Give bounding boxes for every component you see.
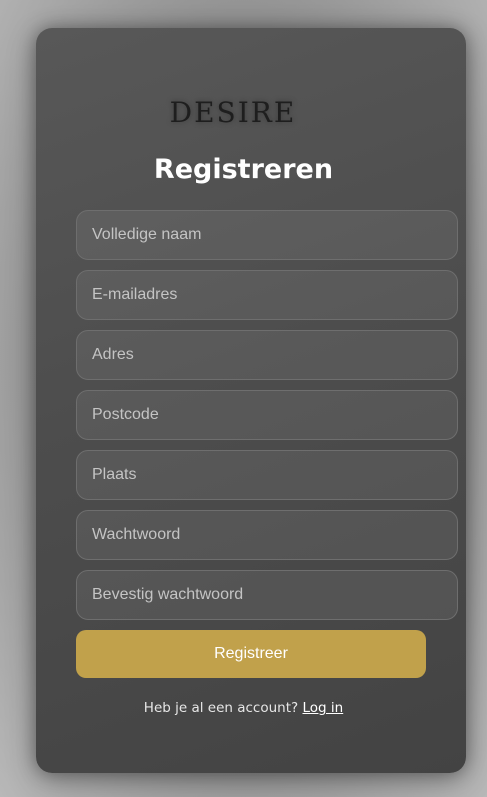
email-input[interactable] (76, 270, 458, 320)
city-input[interactable] (76, 450, 458, 500)
register-button[interactable]: Registreer (76, 630, 426, 678)
postcode-input[interactable] (76, 390, 458, 440)
password-input[interactable] (76, 510, 458, 560)
address-input[interactable] (76, 330, 458, 380)
full-name-input[interactable] (76, 210, 458, 260)
brand-logo: DESIRE (169, 96, 297, 129)
login-link[interactable]: Log in (302, 700, 343, 716)
confirm-password-input[interactable] (76, 570, 458, 620)
page-title: Registreren (153, 154, 334, 185)
login-prompt-text: Heb je al een account? (143, 700, 299, 716)
login-prompt: Heb je al een account? Log in (0, 700, 487, 716)
